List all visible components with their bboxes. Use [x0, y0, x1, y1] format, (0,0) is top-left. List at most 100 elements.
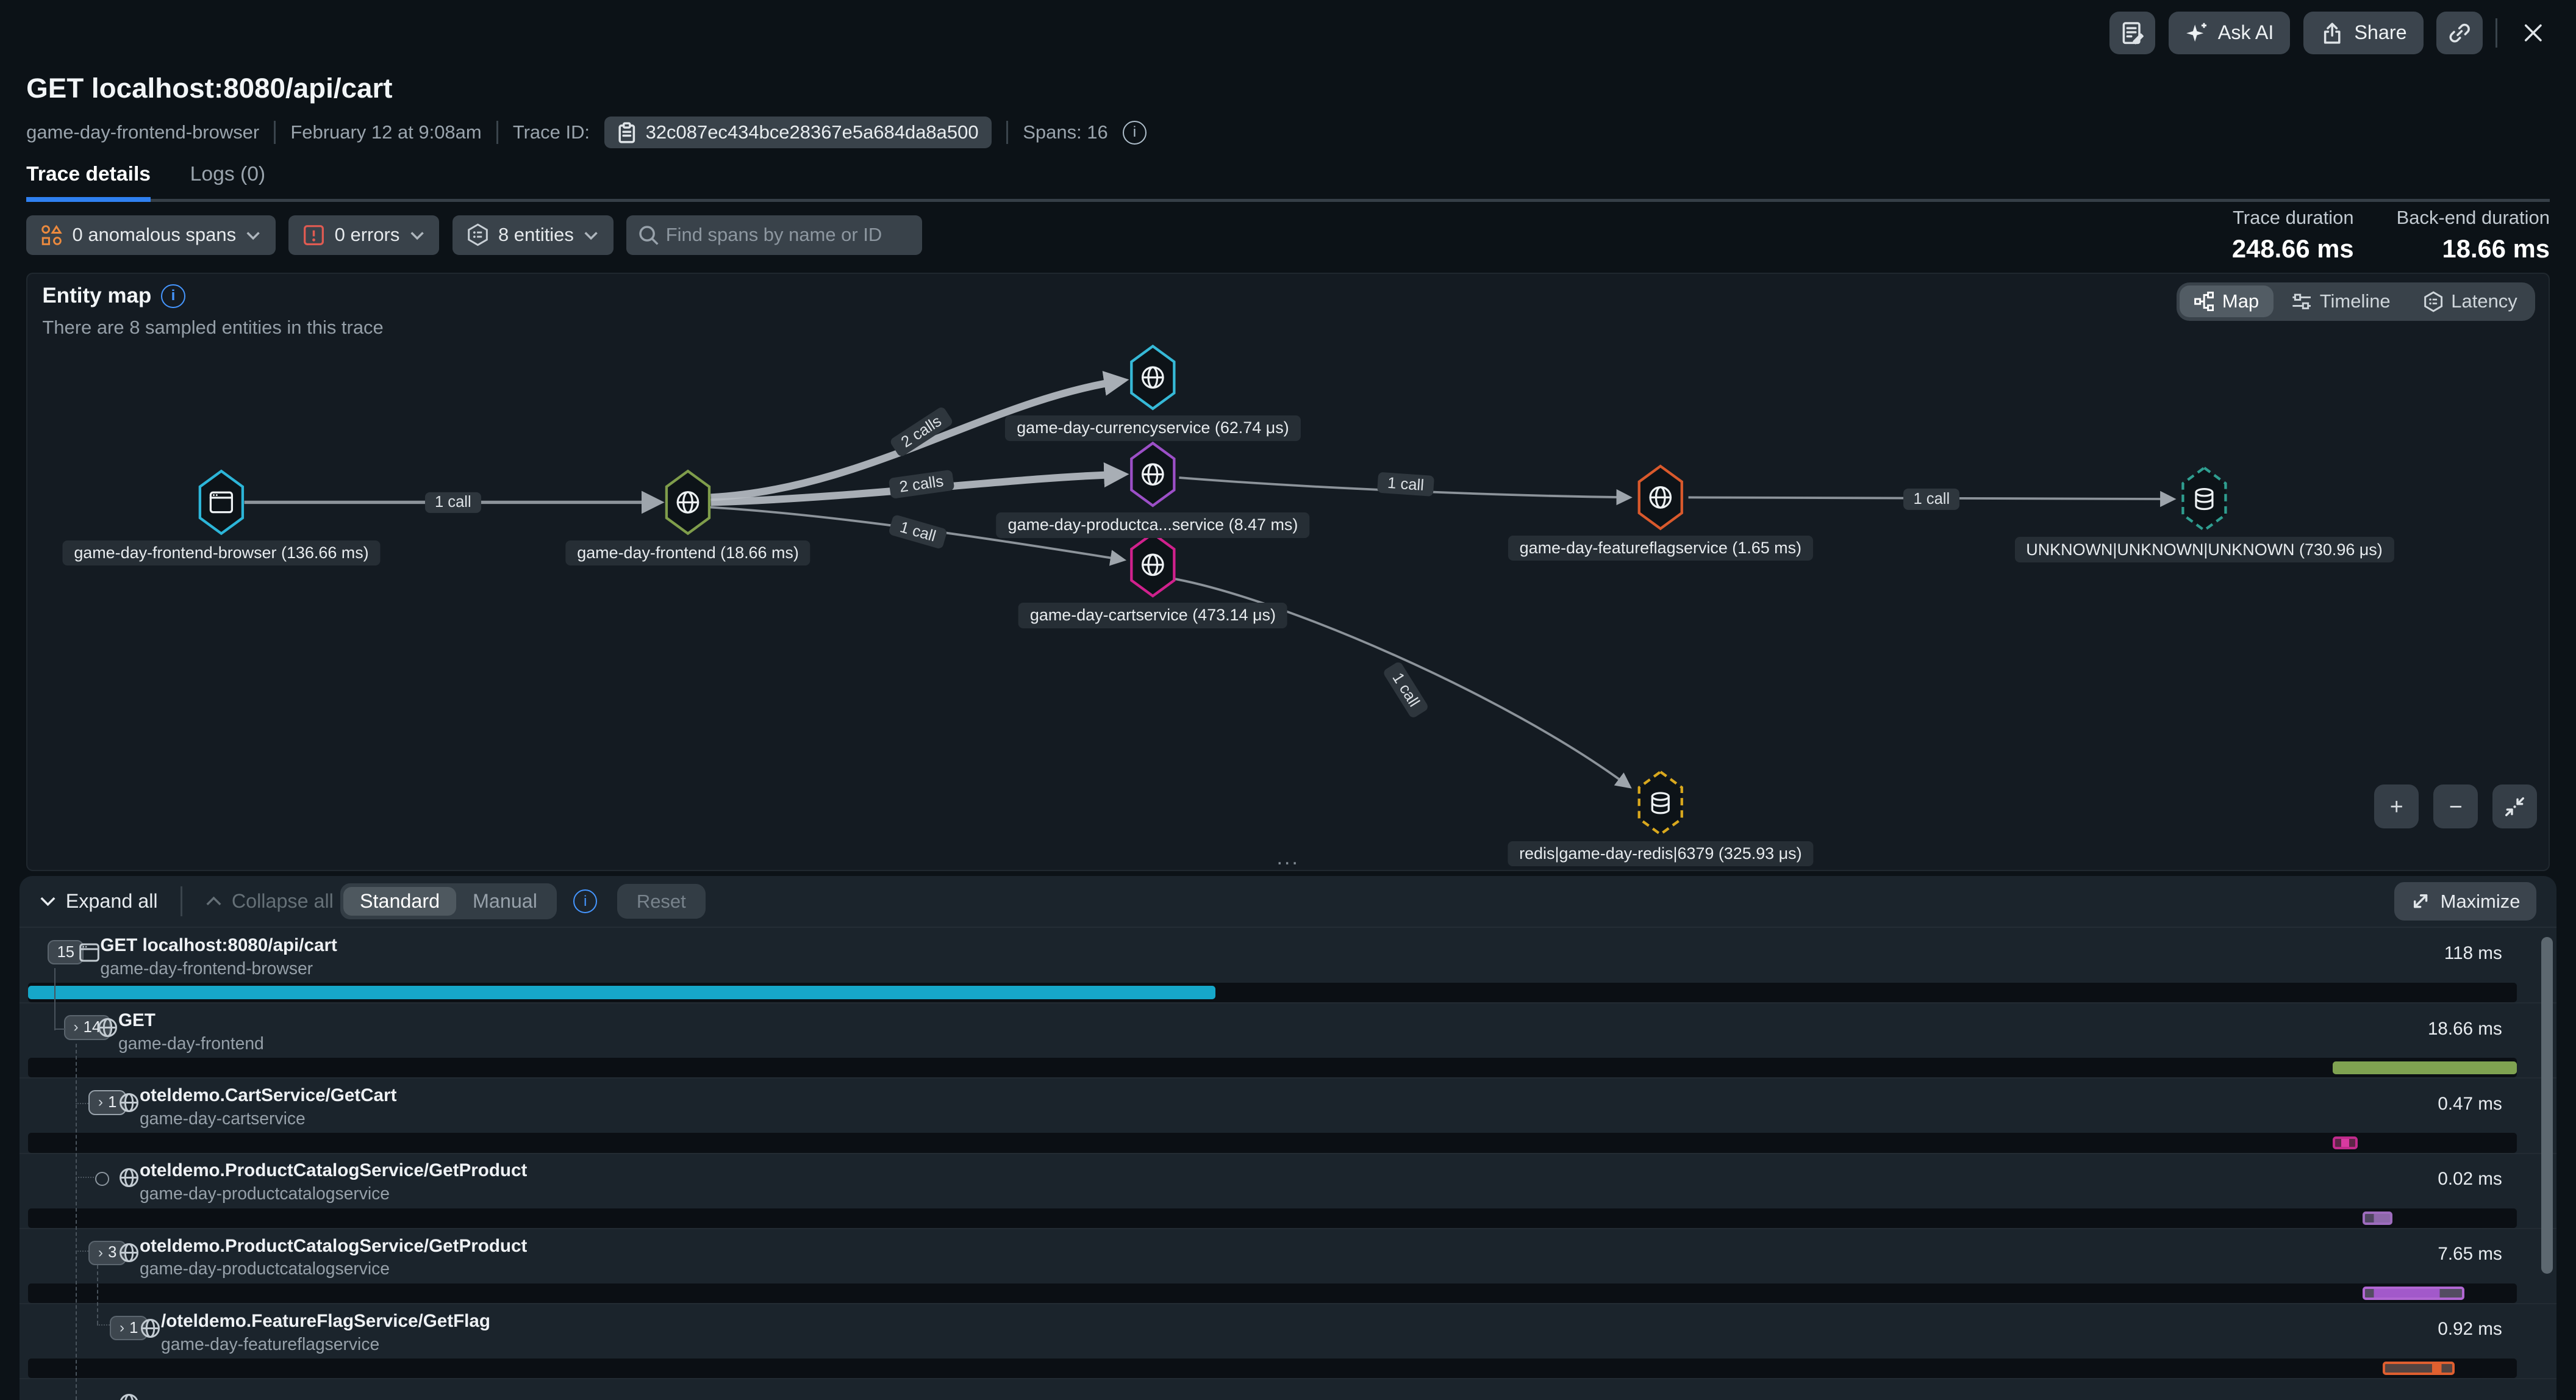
chevron-up-icon: [206, 896, 222, 907]
span-rows: 15 GET localhost:8080/api/cart game-day-…: [20, 928, 2556, 1400]
note-edit-icon: [2120, 21, 2145, 45]
expand-all-button[interactable]: Expand all: [40, 890, 158, 913]
map-node[interactable]: [1639, 772, 1682, 834]
span-duration-bar[interactable]: [2333, 1061, 2517, 1075]
span-title: oteldemo.CartService/GetCart: [140, 1085, 396, 1106]
divider: [274, 121, 276, 144]
anomalous-spans-label: 0 anomalous spans: [73, 224, 237, 246]
maximize-button[interactable]: Maximize: [2394, 882, 2536, 921]
leaf-node-marker: [95, 1172, 109, 1186]
map-node[interactable]: [1639, 466, 1682, 528]
expand-chevron-icon: ›: [74, 1020, 79, 1035]
span-duration: 0.02 ms: [2438, 1169, 2502, 1190]
span-duration: 18.66 ms: [2428, 1019, 2502, 1039]
span-bar-track: [28, 1058, 2517, 1077]
ask-ai-button[interactable]: Ask AI: [2169, 12, 2290, 54]
span-duration: 0.47 ms: [2438, 1094, 2502, 1115]
span-row[interactable]: ›1 oteldemo.CartService/GetCart game-day…: [20, 1079, 2556, 1154]
globe-icon: [118, 1167, 140, 1188]
expand-all-label: Expand all: [66, 890, 158, 913]
search-input[interactable]: [626, 224, 922, 246]
trace-duration-label: Trace duration: [2232, 207, 2354, 229]
entity-map-graph[interactable]: [27, 274, 2551, 872]
zoom-out-icon: −: [2449, 794, 2463, 820]
span-row[interactable]: ›3 oteldemo.ProductCatalogService/GetPro…: [20, 1229, 2556, 1304]
close-button[interactable]: [2510, 12, 2556, 54]
scrollbar-thumb[interactable]: [2541, 937, 2553, 1274]
trace-timestamp: February 12 at 9:08am: [290, 121, 481, 143]
span-service: game-day-productcatalogservice: [140, 1183, 390, 1204]
globe-icon: [118, 1092, 140, 1113]
trace-id-chip[interactable]: 32c087ec434bce28367e5a684da8a500: [604, 117, 992, 148]
span-service: game-day-frontend-browser: [100, 958, 313, 978]
map-overflow-indicator[interactable]: ...: [1276, 845, 1299, 870]
span-duration-bar[interactable]: [28, 986, 1215, 999]
trace-details-page: Ask AI Share GET localhost:8080/api/cart…: [0, 0, 2576, 1400]
filter-bar: 0 anomalous spans 0 errors 8 entities: [26, 215, 922, 255]
map-node[interactable]: [1131, 443, 1174, 506]
error-icon: [303, 224, 324, 246]
globe-icon: [97, 1017, 118, 1038]
trace-id-value: 32c087ec434bce28367e5a684da8a500: [646, 121, 979, 143]
map-node[interactable]: [1131, 346, 1174, 409]
span-service: game-day-featureflagservice: [161, 1334, 379, 1354]
span-duration-bar[interactable]: [2333, 1136, 2358, 1150]
link-icon: [2447, 21, 2472, 45]
span-duration-bar[interactable]: [2363, 1287, 2464, 1300]
chevron-down-icon: [584, 229, 598, 241]
copy-link-button[interactable]: [2436, 12, 2482, 54]
errors-filter[interactable]: 0 errors: [288, 215, 439, 255]
zoom-in-button[interactable]: +: [2374, 784, 2419, 829]
annotations-button[interactable]: [2109, 12, 2155, 54]
map-zoom-controls: + −: [2374, 784, 2537, 829]
reset-button[interactable]: Reset: [617, 884, 706, 919]
entities-label: 8 entities: [498, 224, 574, 246]
trace-entity-name: game-day-frontend-browser: [26, 121, 259, 143]
map-edge: [1689, 498, 2174, 500]
zoom-in-icon: +: [2390, 794, 2403, 820]
mode-info-icon[interactable]: i: [573, 889, 597, 913]
span-row[interactable]: oteldemo.ProductCatalogService/GetProduc…: [20, 1154, 2556, 1229]
clipboard-icon: [618, 122, 636, 143]
tab-logs[interactable]: Logs (0): [190, 163, 265, 199]
entities-filter[interactable]: 8 entities: [453, 215, 614, 255]
map-node[interactable]: [667, 471, 709, 533]
map-edge: [1169, 578, 1629, 787]
duration-summary: Trace duration 248.66 ms Back-end durati…: [2232, 207, 2550, 263]
chevron-down-icon: [246, 229, 260, 241]
span-duration: 7.65 ms: [2438, 1244, 2502, 1265]
map-node[interactable]: [1131, 534, 1174, 596]
tab-trace-details[interactable]: Trace details: [26, 163, 151, 203]
span-row-partial[interactable]: [20, 1379, 2556, 1400]
entity-hexagon-icon: [467, 223, 488, 246]
close-icon: [2522, 21, 2545, 45]
span-duration-bar[interactable]: [2383, 1362, 2455, 1375]
share-icon: [2320, 21, 2344, 45]
span-row[interactable]: ›14 GET game-day-frontend 18.66 ms: [20, 1003, 2556, 1079]
span-title: GET localhost:8080/api/cart: [100, 935, 337, 956]
map-node[interactable]: [2183, 468, 2225, 530]
share-button[interactable]: Share: [2303, 12, 2424, 54]
trace-meta: game-day-frontend-browser February 12 at…: [26, 117, 1147, 148]
span-row[interactable]: 15 GET localhost:8080/api/cart game-day-…: [20, 928, 2556, 1003]
anomaly-shapes-icon: [41, 224, 62, 246]
anomalous-spans-filter[interactable]: 0 anomalous spans: [26, 215, 276, 255]
span-duration-bar[interactable]: [2363, 1212, 2392, 1225]
mode-standard[interactable]: Standard: [343, 887, 456, 916]
map-edge: [709, 508, 1123, 560]
span-bar-track: [28, 1359, 2517, 1378]
browser-icon: [79, 942, 100, 963]
span-service: game-day-cartservice: [140, 1108, 306, 1129]
span-bar-track: [28, 1133, 2517, 1152]
zoom-out-button[interactable]: −: [2433, 784, 2478, 829]
backend-duration-label: Back-end duration: [2397, 207, 2550, 229]
collapse-all-label: Collapse all: [232, 890, 334, 913]
fit-view-button[interactable]: [2492, 784, 2537, 829]
map-node[interactable]: [200, 471, 243, 533]
span-row[interactable]: ›1 /oteldemo.FeatureFlagService/GetFlag …: [20, 1304, 2556, 1379]
span-bar-track: [28, 1208, 2517, 1228]
spans-info-icon[interactable]: i: [1123, 121, 1147, 145]
chevron-down-icon: [40, 896, 56, 907]
mode-manual[interactable]: Manual: [456, 887, 554, 916]
collapse-all-button[interactable]: Collapse all: [206, 890, 334, 913]
